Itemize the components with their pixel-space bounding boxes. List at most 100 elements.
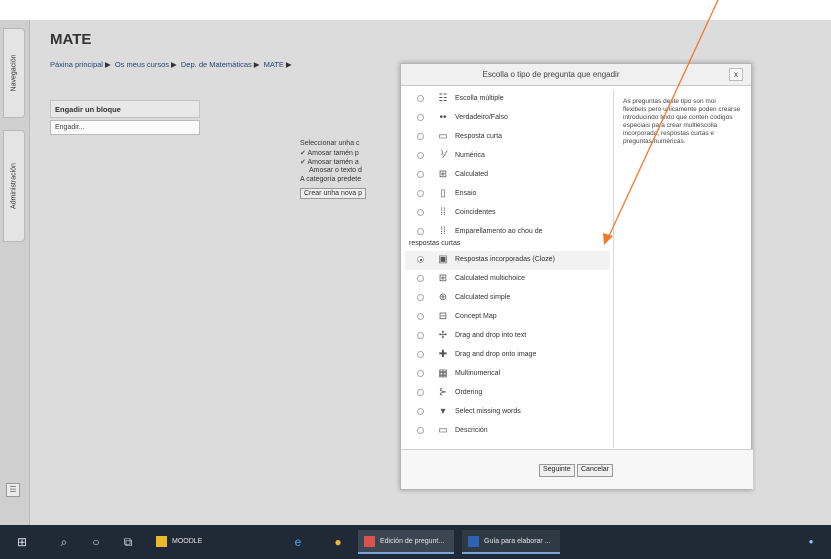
question-type-option[interactable]: ⁞⁞ Coincidentes [405, 204, 610, 223]
dialog-title: Escolla o tipo de pregunta que engadir [482, 70, 620, 79]
radio-button[interactable] [417, 351, 424, 358]
radio-button[interactable] [417, 408, 424, 415]
radio-button[interactable] [417, 275, 424, 282]
radio-button[interactable] [417, 313, 424, 320]
breadcrumb-home[interactable]: Páxina principal [50, 60, 103, 69]
question-type-label: Emparellamento ao chou de [455, 228, 543, 235]
taskbar: ⊞ ⌕ ○ ⧉ MOODLE e ● Edición de pregunt...… [0, 525, 831, 559]
cloze-icon: ▣ [438, 254, 448, 265]
taskbar-app-label: MOODLE [172, 538, 203, 545]
question-type-label: Resposta curta [455, 133, 503, 140]
numerical-icon: ⅟ [440, 150, 446, 161]
question-type-option[interactable]: ⁞⁞ Emparellamento ao chou de respostas cur… [405, 223, 610, 251]
question-type-description: As preguntas deste tipo son moi flexibel… [623, 98, 741, 145]
tab-navigation-label: Navegación [10, 54, 18, 92]
question-type-label: Calculated simple [455, 294, 511, 301]
breadcrumb-separator: ▶ [104, 60, 111, 69]
multinumerical-icon: ▦ [438, 368, 448, 379]
question-type-list: ☷ Escolla múltiple •• Verdadeiro/Falso ▭ Resp… [405, 90, 610, 441]
calculated-icon: ⊞ [438, 169, 448, 180]
ordering-icon: ⊱ [438, 387, 448, 398]
moodle-window: Navegación Administración ☰ MATE Páxina … [0, 20, 831, 525]
page-title: MATE [50, 31, 92, 48]
option-checkbox[interactable]: Amosar tamén a [300, 158, 366, 167]
question-type-option[interactable]: ✢ Drag and drop into text [405, 327, 610, 346]
question-type-option[interactable]: ⊞ Calculated multichoice [405, 270, 610, 289]
question-type-option[interactable]: ▯ Ensaio [405, 185, 610, 204]
question-type-label: Concept Map [455, 313, 497, 320]
multichoice-icon: ☷ [438, 93, 448, 104]
question-type-option[interactable]: ▭ Resposta curta [405, 128, 610, 147]
breadcrumb-my-courses[interactable]: Os meus cursos [115, 60, 169, 69]
radio-button[interactable] [417, 294, 424, 301]
question-type-option[interactable]: ⊕ Calculated simple [405, 289, 610, 308]
taskbar-app-moodle[interactable]: MOODLE [150, 530, 260, 554]
folder-icon [156, 535, 167, 547]
gapselect-icon: ▾ [440, 406, 446, 417]
question-type-option[interactable]: ⊱ Ordering [405, 384, 610, 403]
question-type-label: Coincidentes [455, 209, 496, 216]
ddwtos-icon: ✢ [438, 330, 448, 341]
category-select-label: Seleccionar unha c [300, 140, 360, 147]
match-icon: ⁞⁞ [440, 207, 446, 218]
cortana-icon[interactable]: ○ [88, 534, 104, 550]
tab-navigation[interactable]: Navegación [3, 28, 25, 118]
question-type-label: Multinumerical [455, 370, 501, 377]
radio-button[interactable] [417, 114, 424, 121]
question-type-option[interactable]: •• Verdadeiro/Falso [405, 109, 610, 128]
radio-button[interactable] [417, 256, 424, 263]
windows-start-icon[interactable]: ⊞ [14, 534, 30, 550]
question-type-option[interactable]: ⊟ Concept Map [405, 308, 610, 327]
question-type-label: Verdadeiro/Falso [455, 114, 508, 121]
radio-button[interactable] [417, 133, 424, 140]
question-type-label: Escolla múltiple [455, 95, 504, 102]
breadcrumb-department[interactable]: Dep. de Matemáticas [181, 60, 252, 69]
close-button[interactable]: x [729, 68, 743, 81]
question-type-option[interactable]: ▾ Select missing words [405, 403, 610, 422]
question-type-option[interactable]: ⊞ Calculated [405, 166, 610, 185]
question-type-option[interactable]: ✚ Drag and drop onto image [405, 346, 610, 365]
question-type-label: Ensaio [455, 190, 477, 197]
taskbar-app-word[interactable]: Guía para elaborar ... [462, 530, 560, 554]
question-type-label: Descrición [455, 427, 488, 434]
tray-icon[interactable]: ● [806, 534, 816, 550]
radio-button[interactable] [417, 152, 424, 159]
breadcrumb-separator: ▶ [285, 60, 292, 69]
side-dock: Navegación Administración ☰ [0, 20, 30, 525]
question-type-option[interactable]: ▭ Descrición [405, 422, 610, 441]
question-type-option[interactable]: ⅟ Numérica [405, 147, 610, 166]
question-type-label: Numérica [455, 152, 485, 159]
add-block-select[interactable]: Engadir... [50, 120, 200, 135]
next-button[interactable]: Seguinte [539, 464, 575, 477]
word-icon [468, 535, 479, 547]
tab-administration[interactable]: Administración [3, 130, 25, 242]
option-checkbox[interactable]: Amosar o texto d [300, 167, 366, 176]
cancel-button[interactable]: Cancelar [577, 464, 614, 477]
radio-button[interactable] [417, 171, 424, 178]
taskbar-app-chrome[interactable]: Edición de pregunt... [358, 530, 454, 554]
task-view-icon[interactable]: ⧉ [120, 534, 136, 550]
breadcrumb-course[interactable]: MATE [264, 60, 284, 69]
radio-button[interactable] [417, 209, 424, 216]
dock-settings-icon[interactable]: ☰ [6, 483, 20, 497]
question-type-option[interactable]: ▣ Respostas incorporadas (Cloze) [405, 251, 610, 270]
radio-button[interactable] [417, 332, 424, 339]
radio-button[interactable] [417, 427, 424, 434]
radio-button[interactable] [417, 228, 424, 235]
question-type-option[interactable]: ▦ Multinumerical [405, 365, 610, 384]
radio-button[interactable] [417, 190, 424, 197]
divider [613, 90, 614, 448]
dialog-header: Escolla o tipo de pregunta que engadir x [401, 64, 751, 86]
breadcrumb-separator: ▶ [253, 60, 260, 69]
chrome-browser-icon[interactable]: ● [330, 534, 346, 550]
option-checkbox[interactable]: Amosar tamén p [300, 149, 366, 158]
radio-button[interactable] [417, 389, 424, 396]
edge-browser-icon[interactable]: e [290, 534, 306, 550]
search-icon[interactable]: ⌕ [56, 534, 72, 550]
question-type-option[interactable]: ☷ Escolla múltiple [405, 90, 610, 109]
radio-button[interactable] [417, 95, 424, 102]
shortanswer-icon: ▭ [438, 131, 448, 142]
question-type-label: respostas curtas [409, 240, 461, 247]
radio-button[interactable] [417, 370, 424, 377]
create-question-button[interactable]: Crear unha nova p [300, 188, 366, 199]
